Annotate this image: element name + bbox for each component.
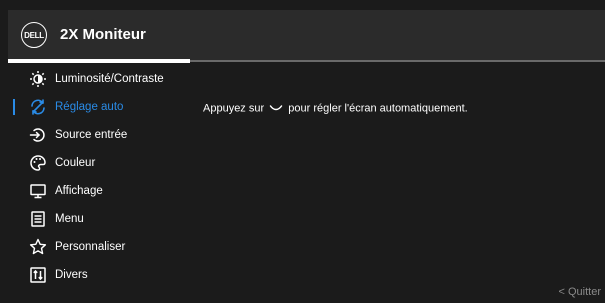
message-text-before: Appuyez sur	[203, 102, 265, 115]
display-icon	[29, 182, 47, 200]
menu-item-auto-adjust[interactable]: Réglage auto	[8, 94, 190, 120]
star-icon	[29, 238, 47, 256]
menu-item-display[interactable]: Affichage	[8, 178, 190, 204]
menu-item-others[interactable]: Divers	[8, 262, 190, 288]
input-source-icon	[29, 126, 47, 144]
auto-adjust-message: Appuyez sur pour régler l'écran automati…	[203, 102, 468, 115]
menu-item-label: Divers	[55, 269, 88, 281]
menu-item-label: Luminosité/Contraste	[55, 73, 164, 85]
menu-item-label: Réglage auto	[55, 101, 124, 113]
menu-item-brightness-contrast[interactable]: Luminosité/Contraste	[8, 66, 190, 92]
menu-item-menu[interactable]: Menu	[8, 206, 190, 232]
active-tab-indicator	[8, 59, 190, 63]
quit-button[interactable]: < Quitter	[558, 286, 601, 298]
menu-item-input-source[interactable]: Source entrée	[8, 122, 190, 148]
monitor-title: 2X Moniteur	[60, 26, 146, 43]
menu-item-color[interactable]: Couleur	[8, 150, 190, 176]
dell-logo: DELL	[21, 22, 47, 48]
selection-indicator	[13, 99, 15, 115]
menu-item-label: Affichage	[55, 185, 103, 197]
menu-item-label: Personnaliser	[55, 241, 126, 253]
menu-item-label: Couleur	[55, 157, 96, 169]
header-bar: DELL 2X Moniteur	[8, 10, 605, 60]
menu-item-label: Menu	[55, 213, 84, 225]
others-icon	[29, 266, 47, 284]
auto-adjust-icon	[29, 98, 47, 116]
back-glyph: <	[558, 286, 565, 298]
menu-item-label: Source entrée	[55, 129, 128, 141]
osd-panel: DELL 2X Moniteur Luminosité/Contraste Ré…	[0, 0, 605, 303]
checkmark-icon	[269, 102, 283, 115]
quit-label: Quitter	[567, 286, 601, 298]
message-text-after: pour régler l'écran automatiquement.	[288, 102, 468, 115]
menu-icon	[29, 210, 47, 228]
menu-item-personalize[interactable]: Personnaliser	[8, 234, 190, 260]
brightness-icon	[29, 70, 47, 88]
color-palette-icon	[29, 154, 47, 172]
